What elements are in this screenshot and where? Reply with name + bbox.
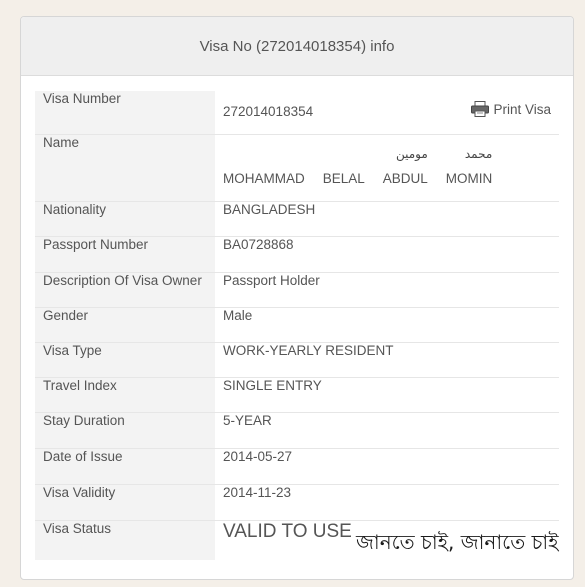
label-stay-duration: Stay Duration	[35, 412, 215, 448]
row-visa-number: Visa Number 272014018354 Print Visa	[35, 91, 559, 134]
label-passport-number: Passport Number	[35, 236, 215, 272]
name-english: MOHAMMAD	[223, 170, 305, 186]
value-nationality: BANGLADESH	[223, 201, 316, 217]
label-travel-index: Travel Index	[35, 377, 215, 412]
row-passport-number: Passport Number BA0728868	[35, 236, 559, 272]
value-description: Passport Holder	[223, 272, 320, 288]
name-arabic: محمد	[464, 146, 493, 161]
value-passport-number: BA0728868	[223, 236, 294, 252]
name-part: محمد MOMIN	[446, 147, 493, 186]
bengali-watermark: জানতে চাই, জানাতে চাই	[356, 530, 559, 554]
printer-icon	[471, 101, 490, 117]
row-travel-index: Travel Index SINGLE ENTRY	[35, 377, 559, 412]
row-nationality: Nationality BANGLADESH	[35, 201, 559, 236]
row-description: Description Of Visa Owner Passport Holde…	[35, 272, 559, 307]
label-visa-type: Visa Type	[35, 342, 215, 377]
name-part: BELAL	[323, 147, 365, 186]
name-arabic: مومين	[395, 146, 428, 161]
name-english: MOMIN	[445, 170, 493, 186]
value-name-cell: MOHAMMAD BELAL مومين ABDUL محمد MOMIN	[215, 134, 559, 201]
print-visa-link[interactable]: Print Visa	[471, 101, 551, 117]
visa-info-panel: Visa No (272014018354) info Visa Number …	[20, 16, 574, 580]
value-travel-index: SINGLE ENTRY	[223, 377, 322, 393]
value-gender: Male	[223, 307, 253, 323]
name-parts: MOHAMMAD BELAL مومين ABDUL محمد MOMIN	[223, 147, 551, 186]
row-stay-duration: Stay Duration 5-YEAR	[35, 412, 559, 448]
label-visa-status: Visa Status	[35, 520, 215, 560]
value-visa-number-cell: 272014018354 Print Visa	[215, 91, 559, 134]
row-visa-type: Visa Type WORK-YEARLY RESIDENT	[35, 342, 559, 377]
value-stay-duration: 5-YEAR	[223, 412, 272, 428]
label-visa-number: Visa Number	[35, 91, 215, 134]
panel-header: Visa No (272014018354) info	[21, 17, 573, 76]
row-name: Name MOHAMMAD BELAL مومين ABDUL محمد MOM…	[35, 134, 559, 201]
name-part: مومين ABDUL	[383, 147, 428, 186]
panel-title: Visa No (272014018354) info	[199, 37, 395, 55]
print-visa-label: Print Visa	[493, 101, 551, 117]
row-date-of-issue: Date of Issue 2014-05-27	[35, 448, 559, 484]
visa-info-table: Visa Number 272014018354 Print Visa Name…	[35, 91, 559, 560]
label-nationality: Nationality	[35, 201, 215, 236]
value-visa-validity: 2014-11-23	[223, 484, 292, 500]
name-part: MOHAMMAD	[223, 147, 305, 186]
value-visa-number: 272014018354	[223, 104, 314, 119]
name-english: BELAL	[322, 170, 365, 186]
name-english: ABDUL	[382, 170, 428, 186]
value-visa-type: WORK-YEARLY RESIDENT	[223, 342, 394, 358]
label-visa-validity: Visa Validity	[35, 484, 215, 520]
row-gender: Gender Male	[35, 307, 559, 342]
label-gender: Gender	[35, 307, 215, 342]
row-visa-validity: Visa Validity 2014-11-23	[35, 484, 559, 520]
label-name: Name	[35, 134, 215, 201]
label-date-of-issue: Date of Issue	[35, 448, 215, 484]
value-date-of-issue: 2014-05-27	[223, 448, 293, 464]
label-description: Description Of Visa Owner	[35, 272, 215, 307]
